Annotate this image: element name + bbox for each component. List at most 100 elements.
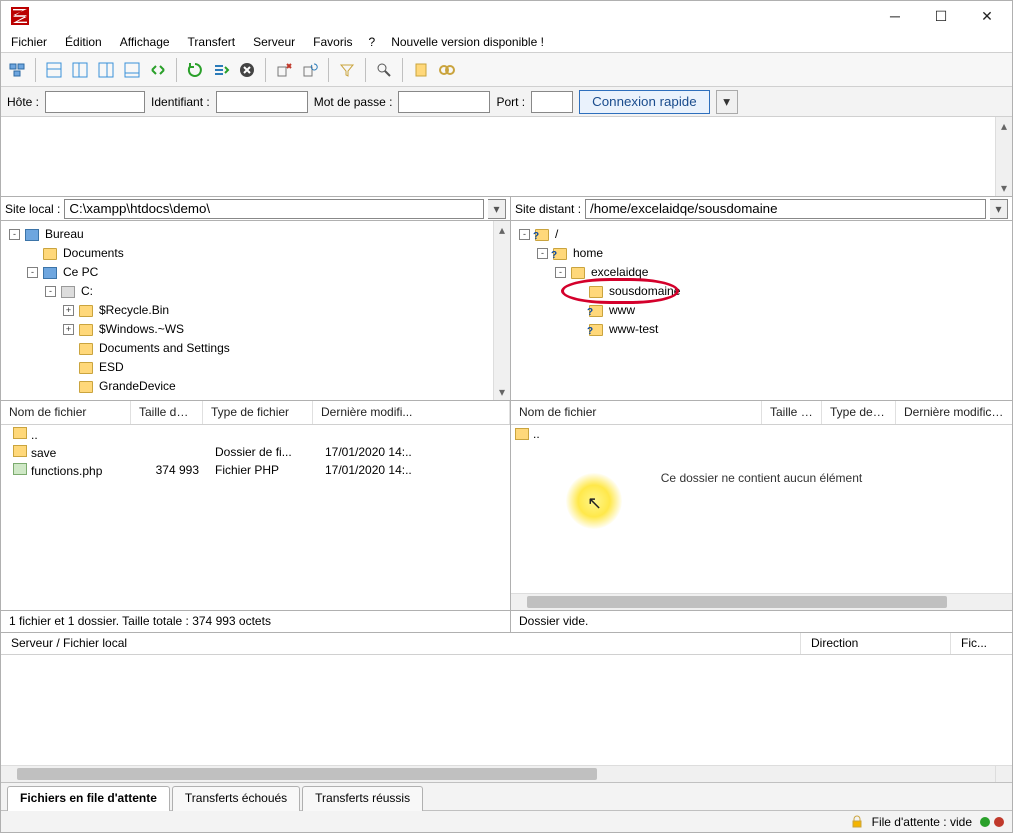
- host-input[interactable]: [45, 91, 145, 113]
- list-item[interactable]: ..: [1, 425, 510, 443]
- scroll-up-icon[interactable]: ▴: [996, 117, 1012, 134]
- col-size-r[interactable]: Taille d...: [762, 401, 822, 424]
- menu-server[interactable]: Serveur: [245, 33, 303, 51]
- local-path-dropdown[interactable]: ▾: [488, 199, 506, 219]
- tree-node[interactable]: -/: [517, 225, 1012, 244]
- tree-label: sousdomaine: [609, 282, 680, 301]
- tab-failed[interactable]: Transferts échoués: [172, 786, 300, 811]
- remote-columns[interactable]: Nom de fichier Taille d... Type de fi...…: [511, 401, 1012, 425]
- tree-node[interactable]: +$Recycle.Bin: [7, 301, 510, 320]
- tree-node[interactable]: Documents: [7, 244, 510, 263]
- menu-file[interactable]: Fichier: [3, 33, 55, 51]
- tree-toggle[interactable]: -: [555, 267, 566, 278]
- tree-toggle[interactable]: -: [9, 229, 20, 240]
- toggle-localtree-button[interactable]: [68, 58, 92, 82]
- remote-path-dropdown[interactable]: ▾: [990, 199, 1008, 219]
- titlebar: ─ ☐ ✕: [1, 1, 1012, 31]
- folder-icon: [571, 267, 585, 279]
- list-item[interactable]: saveDossier de fi...17/01/2020 14:..: [1, 443, 510, 461]
- sync-browse-button[interactable]: [146, 58, 170, 82]
- tree-label: www-test: [609, 320, 658, 339]
- user-input[interactable]: [216, 91, 308, 113]
- col-date-r[interactable]: Dernière modifica...: [896, 401, 1012, 424]
- queue-pane: [1, 655, 1012, 782]
- quickconnect-history-button[interactable]: ▾: [716, 90, 738, 114]
- scroll-down-icon[interactable]: ▾: [996, 179, 1012, 196]
- menu-bookmarks[interactable]: Favoris: [305, 33, 360, 51]
- tree-node[interactable]: +$Windows.~WS: [7, 320, 510, 339]
- tree-toggle[interactable]: +: [63, 324, 74, 335]
- tree-node[interactable]: www-test: [517, 320, 1012, 339]
- remote-path-input[interactable]: [585, 199, 986, 219]
- list-item[interactable]: ..: [511, 425, 1012, 443]
- tree-node[interactable]: ESD: [7, 358, 510, 377]
- menu-view[interactable]: Affichage: [112, 33, 178, 51]
- tree-toggle[interactable]: +: [63, 305, 74, 316]
- queue-col-remote[interactable]: Fic...: [951, 633, 1012, 654]
- tree-toggle[interactable]: -: [537, 248, 548, 259]
- menu-transfer[interactable]: Transfert: [180, 33, 244, 51]
- cancel-button[interactable]: [235, 58, 259, 82]
- menu-help[interactable]: ?: [363, 33, 382, 51]
- minimize-button[interactable]: ─: [872, 1, 918, 31]
- tree-node[interactable]: Documents and Settings: [7, 339, 510, 358]
- tree-toggle[interactable]: -: [45, 286, 56, 297]
- col-type[interactable]: Type de fichier: [203, 401, 313, 424]
- local-tree[interactable]: -BureauDocuments-Ce PC-C:+$Recycle.Bin+$…: [1, 221, 511, 400]
- tree-node[interactable]: -home: [517, 244, 1012, 263]
- tree-node[interactable]: -Bureau: [7, 225, 510, 244]
- compare-button[interactable]: [372, 58, 396, 82]
- quickconnect-button[interactable]: Connexion rapide: [579, 90, 709, 114]
- remote-tree[interactable]: -/-home-excelaidqesousdomainewwwwww-test: [511, 221, 1012, 400]
- remote-h-scrollbar[interactable]: [511, 593, 1012, 610]
- tree-node[interactable]: sousdomaine: [517, 282, 1012, 301]
- disconnect-button[interactable]: [272, 58, 296, 82]
- tree-toggle[interactable]: -: [519, 229, 530, 240]
- tree-node[interactable]: www: [517, 301, 1012, 320]
- folder-icon: [79, 362, 93, 374]
- menu-edit[interactable]: Édition: [57, 33, 110, 51]
- menu-newversion[interactable]: Nouvelle version disponible !: [383, 33, 552, 51]
- toggle-log-button[interactable]: [42, 58, 66, 82]
- tab-success[interactable]: Transferts réussis: [302, 786, 423, 811]
- tree-node[interactable]: GrandeDevice: [7, 377, 510, 396]
- tree-node[interactable]: -C:: [7, 282, 510, 301]
- queue-tabs: Fichiers en file d'attente Transferts éc…: [1, 782, 1012, 810]
- app-icon: [11, 7, 29, 25]
- local-path-input[interactable]: [64, 199, 484, 219]
- tree-node[interactable]: -Ce PC: [7, 263, 510, 282]
- filter-button[interactable]: [335, 58, 359, 82]
- queue-col-file[interactable]: Serveur / Fichier local: [1, 633, 801, 654]
- refresh-button[interactable]: [183, 58, 207, 82]
- reconnect-button[interactable]: [298, 58, 322, 82]
- maximize-button[interactable]: ☐: [918, 1, 964, 31]
- process-queue-button[interactable]: [209, 58, 233, 82]
- manage-bookmarks-button[interactable]: [409, 58, 433, 82]
- tree-toggle[interactable]: -: [27, 267, 38, 278]
- log-scrollbar[interactable]: ▴ ▾: [995, 117, 1012, 196]
- port-input[interactable]: [531, 91, 573, 113]
- col-size[interactable]: Taille de fi...: [131, 401, 203, 424]
- col-name-r[interactable]: Nom de fichier: [511, 401, 762, 424]
- pass-input[interactable]: [398, 91, 490, 113]
- tab-queued[interactable]: Fichiers en file d'attente: [7, 786, 170, 811]
- queue-h-scrollbar[interactable]: [1, 765, 995, 782]
- col-date[interactable]: Dernière modifi...: [313, 401, 510, 424]
- queue-columns[interactable]: Serveur / Fichier local Direction Fic...: [1, 633, 1012, 655]
- col-type-r[interactable]: Type de fi...: [822, 401, 896, 424]
- close-button[interactable]: ✕: [964, 1, 1010, 31]
- queue-status-text: File d'attente : vide: [872, 815, 972, 829]
- local-columns[interactable]: Nom de fichier Taille de fi... Type de f…: [1, 401, 510, 425]
- led-green-icon: [980, 817, 990, 827]
- list-item[interactable]: functions.php374 993Fichier PHP17/01/202…: [1, 461, 510, 479]
- drive-icon: [61, 286, 75, 298]
- tree-node[interactable]: -excelaidqe: [517, 263, 1012, 282]
- search-button[interactable]: [435, 58, 459, 82]
- col-name[interactable]: Nom de fichier: [1, 401, 131, 424]
- queue-col-direction[interactable]: Direction: [801, 633, 951, 654]
- toggle-remotetree-button[interactable]: [94, 58, 118, 82]
- toggle-queue-button[interactable]: [120, 58, 144, 82]
- sitemanager-button[interactable]: [5, 58, 29, 82]
- remote-files[interactable]: .. Ce dossier ne contient aucun élément …: [511, 425, 1012, 610]
- local-tree-scrollbar[interactable]: ▴▾: [493, 221, 510, 400]
